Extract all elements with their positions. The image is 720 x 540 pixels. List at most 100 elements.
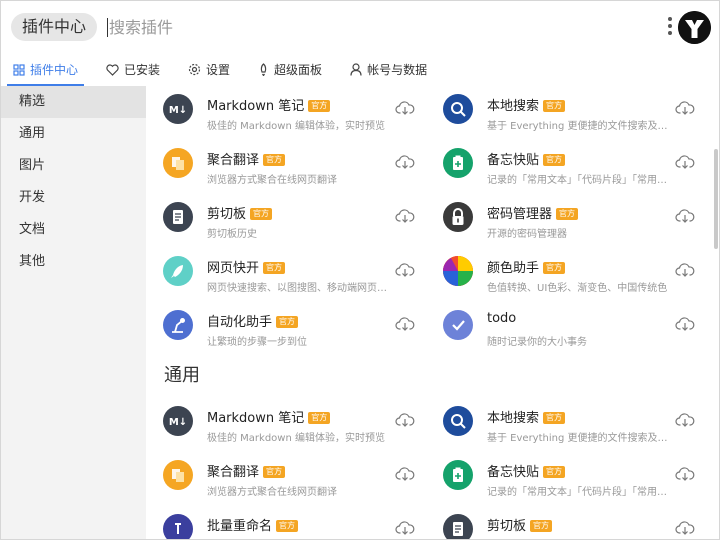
plugin-name-row: Markdown 笔记 官方 <box>207 407 331 426</box>
tab-plugin-center[interactable]: 插件中心 <box>1 53 90 86</box>
official-badge: 官方 <box>276 316 299 328</box>
official-badge: 官方 <box>263 466 286 478</box>
search-input[interactable] <box>109 14 629 40</box>
plugin-name: 剪切板 <box>207 207 247 222</box>
cloud-download-icon[interactable] <box>395 262 415 278</box>
plugin-name-row: 颜色助手 官方 <box>487 257 566 276</box>
plugin-card[interactable]: M↓ Markdown 笔记 官方 极佳的 Markdown 编辑体验，实时预览 <box>146 398 418 452</box>
official-badge: 官方 <box>543 100 566 112</box>
scrollbar[interactable] <box>714 149 718 249</box>
plugin-card[interactable]: 颜色助手 官方色值转换、UI色彩、渐变色、中国传统色 <box>426 248 698 302</box>
app-window: 插件中心 插件中心 已安装 设置 超级面板 帐号与数据 <box>0 0 720 540</box>
plugin-description: 网页快速搜索、以图搜图、移动端网页打开 <box>207 283 391 294</box>
cloud-download-icon[interactable] <box>675 100 695 116</box>
plugin-name-row: 聚合翻译 官方 <box>207 461 286 480</box>
main-tabs: 插件中心 已安装 设置 超级面板 帐号与数据 <box>1 53 719 86</box>
cloud-download-icon[interactable] <box>675 262 695 278</box>
clipboard-icon <box>443 514 473 539</box>
plugin-name-row: 备忘快贴 官方 <box>487 461 566 480</box>
plugin-card[interactable]: 密码管理器 官方 开源的密码管理器 <box>426 194 698 248</box>
plugin-card[interactable]: M↓ Markdown 笔记 官方 极佳的 Markdown 编辑体验，实时预览 <box>146 86 418 140</box>
tab-installed[interactable]: 已安装 <box>94 53 172 86</box>
tab-label: 插件中心 <box>30 63 79 77</box>
clipboard-plus-icon <box>443 148 473 178</box>
svg-text:M↓: M↓ <box>169 105 187 116</box>
more-menu-icon[interactable] <box>665 15 675 39</box>
sidebar-item-development[interactable]: 开发 <box>1 182 146 214</box>
official-badge: 官方 <box>543 262 566 274</box>
plugin-list: M↓ Markdown 笔记 官方 极佳的 Markdown 编辑体验，实时预览 本地搜… <box>146 86 719 539</box>
plugin-card[interactable]: 网页快开 官方 网页快速搜索、以图搜图、移动端网页打开 <box>146 248 418 302</box>
cloud-download-icon[interactable] <box>675 466 695 482</box>
cloud-download-icon[interactable] <box>395 208 415 224</box>
text-caret <box>107 18 108 37</box>
plugin-name: Markdown 笔记 <box>207 411 305 426</box>
tab-label: 帐号与数据 <box>367 63 428 77</box>
grid-icon <box>13 63 25 76</box>
cloud-download-icon[interactable] <box>675 208 695 224</box>
plugin-card[interactable]: 本地搜索 官方 基于 Everything 更便捷的文件搜索及管理 <box>426 86 698 140</box>
cloud-download-icon[interactable] <box>675 154 695 170</box>
tab-super-panel[interactable]: 超级面板 <box>246 53 334 86</box>
plugin-description: 色值转换、UI色彩、渐变色、中国传统色 <box>487 283 668 294</box>
plugin-card[interactable]: 批量重命名 官方 <box>146 506 418 539</box>
plugin-card[interactable]: 剪切板 官方 <box>426 506 698 539</box>
plugin-card[interactable]: 备忘快贴 官方 记录的「常用文本」「代码片段」「常用图片」 <box>426 140 698 194</box>
cloud-download-icon[interactable] <box>395 100 415 116</box>
search-icon <box>443 406 473 436</box>
cloud-download-icon[interactable] <box>675 520 695 536</box>
current-mode-pill[interactable]: 插件中心 <box>11 13 98 41</box>
plugin-description: 浏览器方式聚合在线网页翻译 <box>207 175 337 186</box>
sidebar-item-featured[interactable]: 精选 <box>1 86 146 118</box>
cloud-download-icon[interactable] <box>395 154 415 170</box>
sidebar-item-general[interactable]: 通用 <box>1 118 146 150</box>
category-sidebar: 精选 通用 图片 开发 文档 其他 <box>1 86 146 539</box>
plugin-card[interactable]: 聚合翻译 官方浏览器方式聚合在线网页翻译 <box>146 140 418 194</box>
plugin-description: 极佳的 Markdown 编辑体验，实时预览 <box>207 121 385 132</box>
official-badge: 官方 <box>250 208 273 220</box>
official-badge: 官方 <box>530 520 553 532</box>
clipboard-plus-icon <box>443 460 473 490</box>
cloud-download-icon[interactable] <box>395 316 415 332</box>
cloud-download-icon[interactable] <box>395 520 415 536</box>
tab-account-data[interactable]: 帐号与数据 <box>338 53 439 86</box>
plugin-card[interactable]: todo 随时记录你的大小事务 <box>426 302 698 356</box>
translate-icon <box>163 148 193 178</box>
sidebar-item-other[interactable]: 其他 <box>1 246 146 278</box>
plugin-name-row: 聚合翻译 官方 <box>207 149 286 168</box>
cloud-download-icon[interactable] <box>395 466 415 482</box>
cloud-download-icon[interactable] <box>675 412 695 428</box>
search-icon <box>443 94 473 124</box>
plugin-name: 备忘快贴 <box>487 153 540 168</box>
plugin-description: 基于 Everything 更便捷的文件搜索及管理 <box>487 121 671 132</box>
cloud-download-icon[interactable] <box>395 412 415 428</box>
official-badge: 官方 <box>276 520 299 532</box>
plugin-card[interactable]: 剪切板 官方剪切板历史 <box>146 194 418 248</box>
clipboard-icon <box>163 202 193 232</box>
plugin-name: todo <box>487 311 517 326</box>
plugin-name-row: 自动化助手 官方 <box>207 311 299 330</box>
sidebar-item-documents[interactable]: 文档 <box>1 214 146 246</box>
user-icon <box>350 63 362 76</box>
official-badge: 官方 <box>543 466 566 478</box>
app-logo-icon[interactable] <box>678 11 711 44</box>
tab-settings[interactable]: 设置 <box>176 53 242 86</box>
plugin-card[interactable]: 本地搜索 官方 基于 Everything 更便捷的文件搜索及管理 <box>426 398 698 452</box>
plugin-name: 密码管理器 <box>487 207 553 222</box>
plugin-name: 自动化助手 <box>207 315 273 330</box>
plugin-card[interactable]: 聚合翻译 官方浏览器方式聚合在线网页翻译 <box>146 452 418 506</box>
markdown-icon: M↓ <box>163 406 193 436</box>
official-badge: 官方 <box>556 208 579 220</box>
rocket-icon <box>163 256 193 286</box>
plugin-description: 剪切板历史 <box>207 229 257 240</box>
translate-icon <box>163 460 193 490</box>
cloud-download-icon[interactable] <box>675 316 695 332</box>
sidebar-item-images[interactable]: 图片 <box>1 150 146 182</box>
plugin-card[interactable]: 自动化助手 官方让繁琐的步骤一步到位 <box>146 302 418 356</box>
plugin-card[interactable]: 备忘快贴 官方 记录的「常用文本」「代码片段」「常用图片」 <box>426 452 698 506</box>
tab-label: 已安装 <box>124 63 161 77</box>
plugin-description: 浏览器方式聚合在线网页翻译 <box>207 487 337 498</box>
tab-label: 设置 <box>206 63 231 77</box>
plugin-description: 记录的「常用文本」「代码片段」「常用图片」 <box>487 175 671 186</box>
plugin-description: 让繁琐的步骤一步到位 <box>207 337 307 348</box>
